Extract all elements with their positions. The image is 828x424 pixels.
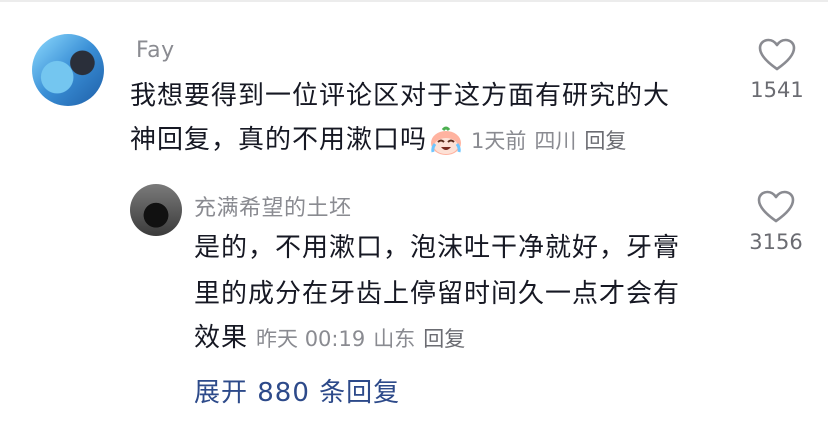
reply-avatar[interactable] xyxy=(130,184,182,236)
reply-location: 山东 xyxy=(373,327,416,351)
comment-time: 1天前 xyxy=(471,129,527,153)
reply-text-line: 是的，不用漱口，泡沫吐干净就好，牙膏 xyxy=(194,233,681,263)
avatar[interactable] xyxy=(32,34,104,106)
comment-text-line: 神回复，真的不用漱口吗 xyxy=(130,125,428,155)
heart-icon[interactable] xyxy=(758,38,796,72)
comment-text-line: 我想要得到一位评论区对于这方面有研究的大 xyxy=(130,81,671,111)
reply-username[interactable]: 充满希望的土坯 xyxy=(194,190,352,222)
like-count: 1541 xyxy=(750,78,804,102)
comment-username[interactable]: Fay xyxy=(136,38,175,63)
reply-like-button[interactable]: 3156 xyxy=(738,190,814,254)
comment-location: 四川 xyxy=(534,129,577,153)
reply-meta: 昨天 00:19 山东 回复 xyxy=(256,327,473,351)
comment-text-row: 神回复，真的不用漱口吗 1天前 四川 回复 xyxy=(130,116,634,165)
crying-laughing-face-emoji-icon xyxy=(431,126,462,155)
reply-text-row: 效果 昨天 00:19 山东 回复 xyxy=(194,314,473,363)
reply-text-line: 效果 xyxy=(194,323,249,353)
heart-icon[interactable] xyxy=(757,190,795,224)
expand-replies-link[interactable]: 展开 880 条回复 xyxy=(194,372,400,409)
reply-reply-button[interactable]: 回复 xyxy=(423,327,465,351)
reply-time: 昨天 00:19 xyxy=(256,327,366,351)
like-button[interactable]: 1541 xyxy=(744,38,810,102)
comment-meta: 1天前 四川 回复 xyxy=(471,129,634,153)
reply-text-line: 里的成分在牙齿上停留时间久一点才会有 xyxy=(194,279,681,309)
reply-like-count: 3156 xyxy=(749,230,803,254)
top-divider xyxy=(0,0,828,2)
reply-button[interactable]: 回复 xyxy=(584,129,626,153)
